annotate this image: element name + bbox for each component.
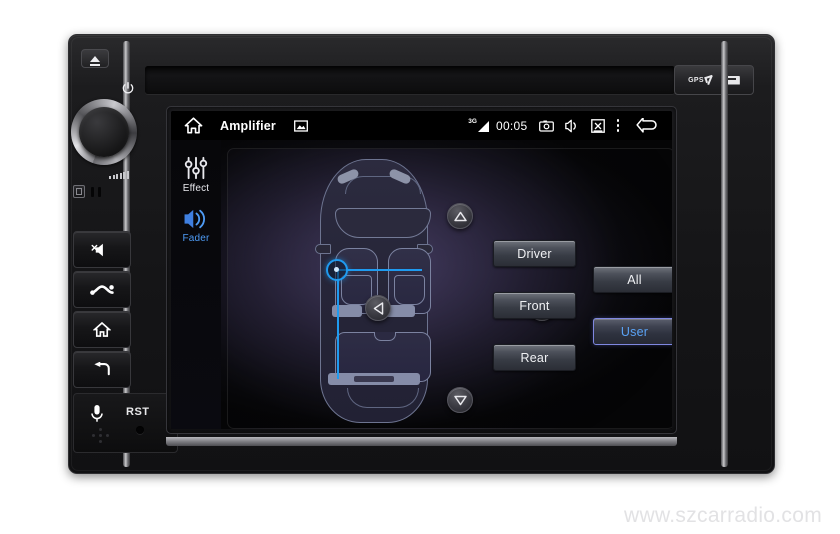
power-icon: [122, 81, 134, 94]
page-title: Amplifier: [220, 118, 276, 133]
preset-driver-button[interactable]: Driver: [493, 240, 576, 267]
left-sidebar: Effect Fader: [171, 140, 221, 429]
mute-button[interactable]: [73, 231, 131, 268]
gps-label: GPS: [688, 76, 704, 84]
mic-reset-panel: RST: [73, 393, 178, 453]
volume-indicator-bars: [109, 171, 139, 179]
nav-left-arrow: [373, 301, 383, 315]
car-stereo-head-unit: GPS RST Amplifier 3G 00:05 Effect Fader …: [68, 34, 775, 474]
nav-down-arrow: [453, 395, 467, 405]
trunk-line: [347, 388, 419, 408]
preset-rear-button[interactable]: Rear: [493, 344, 576, 371]
gps-sd-module: GPS: [674, 65, 754, 95]
nav-down-button[interactable]: [447, 387, 473, 413]
volume-knob[interactable]: [71, 99, 137, 165]
rear-headrest-notch: [374, 332, 396, 341]
eject-button[interactable]: [81, 49, 109, 68]
preset-all-button[interactable]: All: [593, 266, 672, 293]
fader-axis-horizontal: [336, 269, 422, 271]
volume-knob-cap[interactable]: [79, 107, 129, 157]
back-button[interactable]: [73, 351, 131, 388]
phone-button[interactable]: [73, 271, 131, 308]
mirror-left: [315, 244, 331, 254]
reset-pinhole[interactable]: [136, 426, 144, 434]
eject-icon: [90, 55, 100, 66]
close-box-icon[interactable]: [590, 118, 605, 133]
gps-antenna-icon: GPS: [688, 75, 716, 85]
preset-user-button[interactable]: User: [593, 318, 672, 345]
watermark: www.szcarradio.com: [624, 504, 822, 527]
vent-slots: [91, 187, 101, 197]
windshield: [335, 208, 431, 238]
android-status-bar: Amplifier 3G 00:05: [171, 111, 672, 140]
home-button[interactable]: [73, 311, 131, 348]
back-arrow-icon: [94, 361, 110, 375]
speaker-icon[interactable]: [564, 119, 580, 133]
car-diagram[interactable]: [312, 155, 555, 427]
mic-holes: [86, 428, 120, 443]
seat-cushion: [394, 275, 425, 305]
disc-slot[interactable]: [145, 66, 675, 94]
preset-front-button[interactable]: Front: [493, 292, 576, 319]
home-icon: [93, 321, 111, 337]
sidebar-item-effect[interactable]: Effect: [171, 156, 221, 194]
statusbar-back-icon[interactable]: [635, 117, 659, 134]
microphone-icon: [91, 405, 103, 422]
speaker-waves-icon: [184, 209, 206, 229]
nav-up-arrow: [453, 211, 467, 221]
antenna-glyph: [705, 75, 716, 85]
camera-icon[interactable]: [538, 120, 554, 132]
seat-base-rear: [328, 373, 420, 385]
nav-up-button[interactable]: [447, 203, 473, 229]
screen-bezel: Amplifier 3G 00:05 Effect Fader Driver F…: [166, 106, 677, 434]
statusbar-home-icon[interactable]: [184, 117, 203, 134]
network-type-label: 3G: [468, 117, 477, 125]
screen-bottom-trim: [166, 437, 677, 446]
clock: 00:05: [495, 118, 528, 133]
sidebar-item-fader-label: Fader: [182, 233, 210, 244]
fader-position-marker[interactable]: [326, 259, 348, 281]
ir-receiver-window: [73, 185, 85, 198]
amplifier-screen-content: Effect Fader Driver Front Rear All User: [171, 140, 672, 429]
signal-triangle: [477, 121, 489, 133]
nav-left-button[interactable]: [365, 295, 391, 321]
touchscreen[interactable]: Amplifier 3G 00:05 Effect Fader Driver F…: [171, 111, 672, 429]
chrome-trim-right: [721, 41, 728, 467]
signal-bars-icon: 3G: [468, 117, 489, 133]
phone-handset-icon: [90, 284, 114, 295]
mute-speaker-icon: [91, 243, 103, 256]
reset-label: RST: [126, 406, 150, 418]
wallpaper-icon[interactable]: [294, 119, 308, 132]
sidebar-item-fader[interactable]: Fader: [171, 208, 221, 244]
fader-axis-vertical: [337, 271, 339, 379]
equalizer-sliders-icon: [184, 156, 208, 180]
sidebar-item-effect-label: Effect: [182, 183, 210, 194]
overflow-menu-icon[interactable]: [616, 119, 619, 132]
